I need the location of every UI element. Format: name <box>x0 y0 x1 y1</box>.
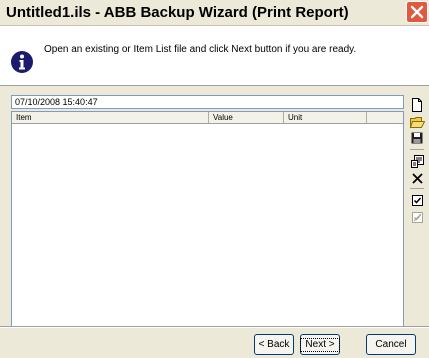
delete-icon <box>411 172 423 184</box>
instruction-text: Open an existing or Item List file and c… <box>44 44 357 55</box>
info-icon <box>11 51 33 73</box>
footer-separator <box>0 326 429 328</box>
column-header-unit[interactable]: Unit <box>284 112 367 123</box>
properties-button[interactable] <box>408 153 426 169</box>
content-area: 07/10/2008 15:40:47 Item Value Unit <box>0 86 429 328</box>
save-button[interactable] <box>408 130 426 146</box>
uncheck-all-button[interactable] <box>408 209 426 225</box>
open-button[interactable] <box>408 114 426 130</box>
wizard-window: Untitled1.ils - ABB Backup Wizard (Print… <box>0 0 429 358</box>
timestamp-field[interactable]: 07/10/2008 15:40:47 <box>11 95 404 109</box>
report-list[interactable]: Item Value Unit <box>11 111 404 328</box>
header-panel: Open an existing or Item List file and c… <box>0 26 429 86</box>
column-header-blank[interactable] <box>367 112 403 123</box>
window-title: Untitled1.ils - ABB Backup Wizard (Print… <box>6 4 349 21</box>
next-button[interactable]: Next > <box>300 334 340 355</box>
check-all-icon <box>411 194 423 206</box>
delete-button[interactable] <box>408 170 426 186</box>
back-button[interactable]: < Back <box>254 334 294 355</box>
column-header-value[interactable]: Value <box>209 112 284 123</box>
new-file-icon <box>412 98 422 112</box>
title-bar[interactable]: Untitled1.ils - ABB Backup Wizard (Print… <box>0 0 429 26</box>
list-header: Item Value Unit <box>12 112 403 124</box>
column-header-item[interactable]: Item <box>12 112 209 123</box>
cancel-button[interactable]: Cancel <box>366 334 416 355</box>
properties-icon <box>410 154 424 168</box>
new-button[interactable] <box>408 97 426 113</box>
save-icon <box>411 132 423 144</box>
close-icon <box>410 5 424 19</box>
check-all-button[interactable] <box>408 192 426 208</box>
open-folder-icon <box>409 117 425 128</box>
next-button-label: Next > <box>300 337 340 352</box>
close-button[interactable] <box>406 1 428 23</box>
uncheck-all-icon <box>411 211 423 223</box>
